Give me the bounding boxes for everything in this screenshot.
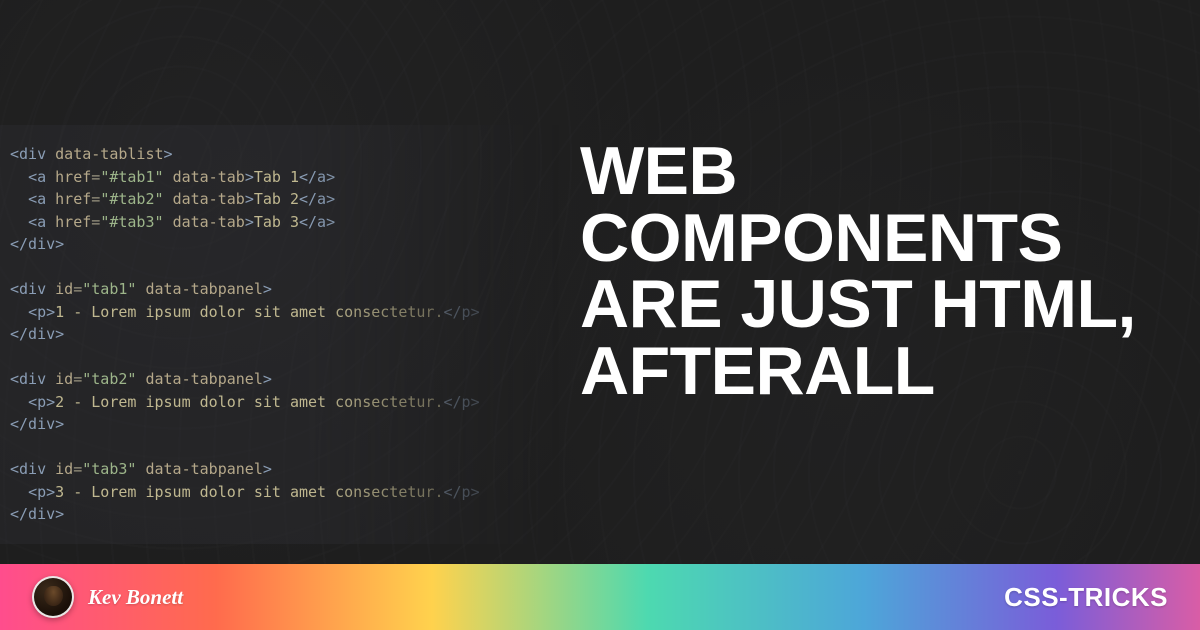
author-avatar	[32, 576, 74, 618]
footer-bar: Kev Bonett CSS-TRICKS	[0, 564, 1200, 630]
code-snippet-panel: <div data-tablist> <a href="#tab1" data-…	[0, 125, 560, 544]
article-title-area: WEB COMPONENTS ARE JUST HTML, AFTERALL	[580, 138, 1160, 405]
article-title: WEB COMPONENTS ARE JUST HTML, AFTERALL	[580, 138, 1160, 405]
author-name: Kev Bonett	[88, 585, 183, 610]
brand-logo-text: CSS-TRICKS	[1004, 582, 1168, 613]
code-block: <div data-tablist> <a href="#tab1" data-…	[10, 143, 550, 526]
author-block: Kev Bonett	[32, 576, 183, 618]
